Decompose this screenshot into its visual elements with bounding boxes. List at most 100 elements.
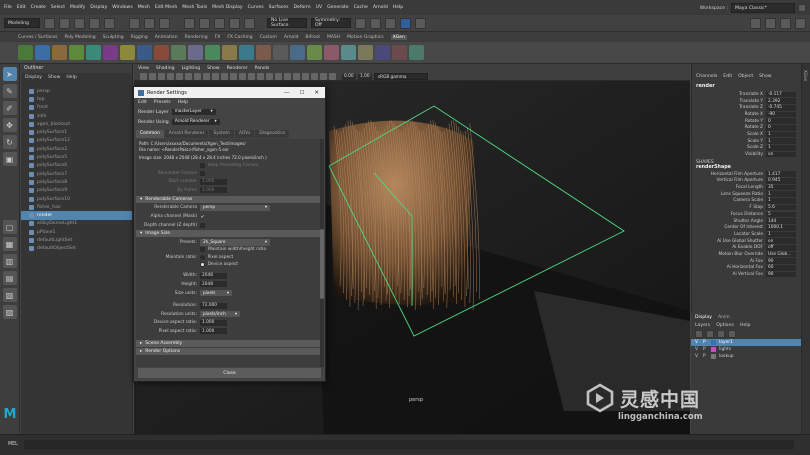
outliner-item[interactable]: polySurface12 xyxy=(21,137,132,145)
hypershade-icon[interactable] xyxy=(415,17,426,29)
layout-icon[interactable]: ▧ xyxy=(2,288,17,302)
aa-icon[interactable] xyxy=(293,73,300,80)
channel-attribute-value[interactable]: 1 xyxy=(766,138,796,144)
render-frame-icon[interactable] xyxy=(370,17,381,29)
channel-attribute-value[interactable]: 0.945 xyxy=(766,178,796,184)
clump-brush-icon[interactable] xyxy=(171,45,186,60)
channel-menu-object[interactable]: Object xyxy=(738,74,753,79)
outliner-item[interactable]: polySurface1 xyxy=(21,128,132,136)
layer-row[interactable]: V Plookup xyxy=(691,353,801,360)
snap-surface-icon[interactable] xyxy=(244,17,255,29)
wireframe-icon[interactable] xyxy=(230,73,237,80)
viewport-menu-shading[interactable]: Shading xyxy=(156,66,175,71)
layer-color-swatch[interactable] xyxy=(711,354,716,359)
create-description-icon[interactable] xyxy=(35,45,50,60)
menu-display[interactable]: Display xyxy=(90,5,107,10)
channel-attribute-value[interactable]: 2.392 xyxy=(766,98,796,104)
menu-uv[interactable]: UV xyxy=(316,5,323,10)
channel-attribute-value[interactable]: 5.6 xyxy=(766,204,796,211)
outliner-menu-help[interactable]: Help xyxy=(66,75,76,80)
shelf-tab-rendering[interactable]: Rendering xyxy=(185,35,208,40)
rotate-tool-icon[interactable]: ↻ xyxy=(2,135,17,149)
render-settings-scroll-area[interactable]: Path: C:/Users/xxxxx/Documents/Xgen_Test… xyxy=(136,139,320,367)
menu-edit-mesh[interactable]: Edit Mesh xyxy=(155,5,177,10)
four-view-icon[interactable]: ▦ xyxy=(2,237,17,251)
depth-checkbox[interactable] xyxy=(200,222,205,228)
menu-modify[interactable]: Modify xyxy=(70,5,85,10)
comb-brush-icon[interactable] xyxy=(137,45,152,60)
viewport-menu-panels[interactable]: Panels xyxy=(255,66,270,71)
render-settings-icon[interactable] xyxy=(400,17,411,29)
playback-toggle[interactable]: P xyxy=(703,354,708,359)
viewport-menu-show[interactable]: Show xyxy=(207,66,219,71)
length-brush-icon[interactable] xyxy=(154,45,169,60)
playback-toggle[interactable]: P xyxy=(703,347,708,352)
outliner-item[interactable]: persp xyxy=(21,87,132,95)
interactive-groom-icon[interactable] xyxy=(69,45,84,60)
move-tool-icon[interactable]: ✥ xyxy=(2,118,17,132)
open-scene-icon[interactable] xyxy=(59,17,70,29)
menu-mesh-display[interactable]: Mesh Display xyxy=(212,5,243,10)
ao-icon[interactable] xyxy=(275,73,282,80)
pixel-ratio-field[interactable]: 1.000 xyxy=(200,328,227,335)
command-input[interactable] xyxy=(24,440,794,449)
outliner-item[interactable]: defaultObjectSet xyxy=(21,245,132,253)
render-settings-menu-presets[interactable]: Presets xyxy=(154,100,171,105)
xray-components-icon[interactable] xyxy=(329,73,336,80)
snap-grid-icon[interactable] xyxy=(184,17,195,29)
outliner-item[interactable]: polySurface10 xyxy=(21,195,132,203)
channel-attribute-value[interactable]: 1.417 xyxy=(766,171,796,178)
layer-down-icon[interactable] xyxy=(706,330,714,338)
outliner-item[interactable]: xgen_blockout xyxy=(21,120,132,128)
viewport-menu-lighting[interactable]: Lighting xyxy=(182,66,201,71)
shelf-tab-arnold[interactable]: Arnold xyxy=(284,35,299,40)
channel-attribute-value[interactable]: 90 xyxy=(766,271,796,278)
shelf-tab-animation[interactable]: Animation xyxy=(155,35,178,40)
layer-row[interactable]: V Plights xyxy=(691,346,801,353)
tab-system[interactable]: System xyxy=(209,129,234,138)
film-gate-icon[interactable] xyxy=(185,73,192,80)
channel-attribute-value[interactable]: -0.745 xyxy=(766,104,796,111)
cache-icon[interactable] xyxy=(358,45,373,60)
ipr-render-icon[interactable] xyxy=(385,17,396,29)
renumber-checkbox[interactable] xyxy=(200,170,205,176)
outliner-item[interactable]: polySurface9 xyxy=(21,187,132,195)
workspace-dropdown[interactable]: Maya Classic* xyxy=(731,3,795,13)
paint-select-icon[interactable]: ✐ xyxy=(2,101,17,115)
size-units-dropdown[interactable]: pixels ▾ xyxy=(200,289,232,297)
channel-attribute-value[interactable]: 90 xyxy=(766,258,796,264)
exposure-field[interactable]: 0.00 xyxy=(342,73,356,80)
layer-color-swatch[interactable] xyxy=(711,340,716,345)
snap-curve-icon[interactable] xyxy=(199,17,210,29)
keep-frames-checkbox[interactable] xyxy=(200,163,205,169)
outliner-item[interactable]: polySurface2 xyxy=(21,145,132,153)
shelf-tab-sculpting[interactable]: Sculpting xyxy=(103,35,124,40)
image-size-header[interactable]: ▾ Image Size xyxy=(136,230,320,238)
persp-outliner-icon[interactable]: ▤ xyxy=(2,271,17,285)
close-window-button[interactable]: ✕ xyxy=(314,90,319,96)
show-tool-settings-icon[interactable] xyxy=(780,17,791,29)
isolate-icon[interactable] xyxy=(302,73,309,80)
visibility-toggle[interactable]: V xyxy=(695,347,700,352)
menu-mesh-tools[interactable]: Mesh Tools xyxy=(182,5,207,10)
safe-action-icon[interactable] xyxy=(221,73,228,80)
resolution-gate-icon[interactable] xyxy=(194,73,201,80)
width-field[interactable]: 2048 xyxy=(200,272,227,279)
visibility-toggle[interactable]: V xyxy=(695,340,700,345)
history-icon[interactable] xyxy=(355,17,366,29)
motion-blur-icon[interactable] xyxy=(284,73,291,80)
undo-icon[interactable] xyxy=(89,17,100,29)
bookmark-icon[interactable] xyxy=(158,73,165,80)
region-brush-icon[interactable] xyxy=(324,45,339,60)
outliner-item[interactable]: pPlane1 xyxy=(21,228,132,236)
channel-attribute-value[interactable]: 1 xyxy=(766,231,796,238)
device-ratio-field[interactable]: 1.000 xyxy=(200,319,227,326)
channel-attribute-value[interactable]: 5 xyxy=(766,211,796,218)
render-using-dropdown[interactable]: Arnold Renderer ▾ xyxy=(171,118,220,126)
new-scene-icon[interactable] xyxy=(44,17,55,29)
shelf-tab-poly-modeling[interactable]: Poly Modeling xyxy=(65,35,96,40)
select-hierarchy-icon[interactable] xyxy=(129,17,140,29)
menu-set-dropdown[interactable]: Modeling xyxy=(4,18,40,28)
scene-assembly-header[interactable]: ▸ Scene Assembly xyxy=(136,339,320,347)
outliner-item[interactable]: polySurface6 xyxy=(21,162,132,170)
